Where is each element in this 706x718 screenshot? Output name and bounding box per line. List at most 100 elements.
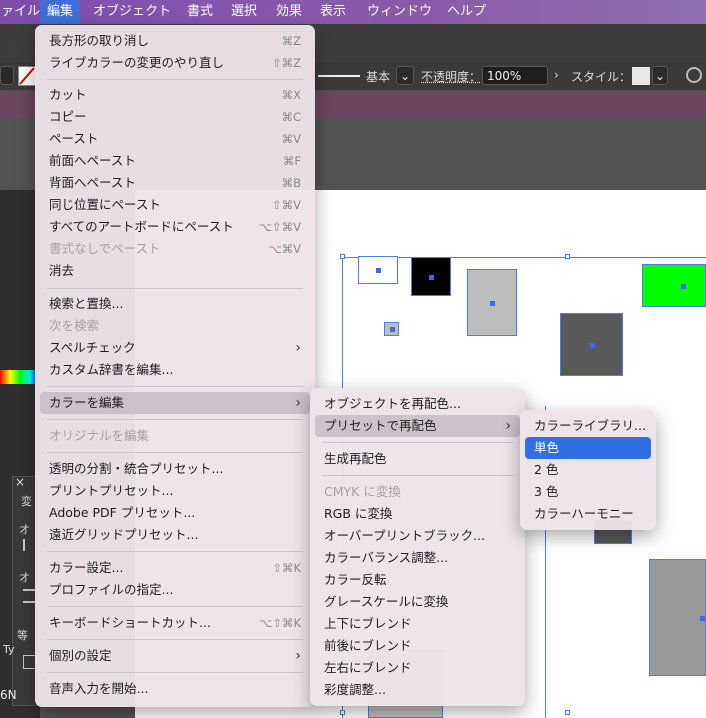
menu-item-edit-colors[interactable]: カラーを編集 › [40, 392, 310, 414]
menu-window[interactable]: ウィンドウ [360, 0, 439, 24]
menu-item-color-settings[interactable]: カラー設定... ⇧⌘K [35, 557, 315, 579]
menu-separator [47, 551, 303, 552]
edit-colors-submenu: オブジェクトを再配色... プリセットで再配色 › 生成再配色 CMYK に変換 … [310, 388, 525, 706]
menu-item-redo[interactable]: ライブカラーの変更のやり直し ⇧⌘Z [35, 52, 315, 74]
menu-item-perspective-grid-presets[interactable]: 遠近グリッドプリセット... [35, 524, 315, 546]
menu-bar: ァイル 編集 オブジェクト 書式 選択 効果 表示 ウィンドウ ヘルプ [0, 0, 706, 24]
menu-item-convert-grayscale[interactable]: グレースケールに変換 [310, 591, 525, 613]
menu-item-paste-front[interactable]: 前面へペースト ⌘F [35, 150, 315, 172]
menu-separator [47, 606, 303, 607]
large-gray-rectangle[interactable] [649, 559, 706, 676]
chevron-right-icon: › [295, 340, 301, 356]
distribute-icon[interactable] [23, 589, 35, 603]
menu-item-start-dictation[interactable]: 音声入力を開始... [35, 678, 315, 700]
small-gray-square[interactable] [384, 322, 399, 336]
menu-separator [47, 639, 303, 640]
menu-item-three-colors[interactable]: 3 色 [520, 481, 656, 503]
style-label: スタイル： [571, 70, 632, 84]
menu-item-paste-back[interactable]: 背面へペースト ⌘B [35, 172, 315, 194]
dropdown-stub[interactable] [0, 66, 14, 85]
panel-label-o2: オ [19, 571, 30, 584]
menu-separator [47, 79, 303, 80]
menu-separator [47, 452, 303, 453]
menu-item-clear[interactable]: 消去 [35, 260, 315, 282]
menu-separator [47, 386, 303, 387]
menu-item-color-harmony[interactable]: カラーハーモニー [520, 503, 656, 525]
menu-help[interactable]: ヘルプ [440, 0, 493, 24]
menu-separator [47, 419, 303, 420]
gray-rectangle[interactable] [467, 269, 517, 336]
menu-item-blend-front-to-back[interactable]: 前後にブレンド [310, 635, 525, 657]
opacity-input[interactable]: 100% [482, 66, 548, 85]
panel-close-icon[interactable]: × [15, 475, 25, 489]
menu-item-edit-original: オリジナルを編集 [49, 428, 150, 443]
menu-item-one-color[interactable]: 単色 [525, 437, 651, 459]
menu-item-pdf-presets[interactable]: Adobe PDF プリセット... [35, 502, 315, 524]
menu-item-paste-in-place[interactable]: 同じ位置にペースト ⇧⌘V [35, 194, 315, 216]
menu-item-recolor-with-preset[interactable]: プリセットで再配色 › [315, 415, 520, 437]
edit-menu: 長方形の取り消し ⌘Z ライブカラーの変更のやり直し ⇧⌘Z カット ⌘X コピー ⌘C… [35, 25, 315, 707]
color-spectrum-bar[interactable] [0, 370, 40, 384]
chevron-right-icon: › [295, 648, 301, 664]
panel-label-ty: Ty [3, 643, 15, 656]
menu-edit[interactable]: 編集 [40, 0, 81, 24]
stroke-profile-dropdown[interactable]: ⌄ [396, 66, 414, 85]
recolor-preset-submenu: カラーライブラリ... 単色 2 色 3 色 カラーハーモニー [520, 410, 656, 530]
black-rectangle[interactable] [411, 257, 451, 296]
menu-item-blend-vertically[interactable]: 上下にブレンド [310, 613, 525, 635]
menu-item-overprint-black[interactable]: オーバープリントブラック... [310, 525, 525, 547]
stroke-none-icon[interactable] [18, 66, 36, 86]
menu-item-invert-colors[interactable]: カラー反転 [310, 569, 525, 591]
opacity-arrow-icon[interactable]: › [554, 68, 559, 82]
menu-view[interactable]: 表示 [313, 0, 353, 24]
menu-separator [322, 475, 513, 476]
menu-item-saturate[interactable]: 彩度調整... [310, 679, 525, 701]
menu-item-find-replace[interactable]: 検索と置換... [35, 293, 315, 315]
style-swatch[interactable] [632, 67, 650, 85]
menu-item-keyboard-shortcuts[interactable]: キーボードショートカット... ⌥⇧⌘K [35, 612, 315, 634]
opacity-label: 不透明度： [421, 70, 482, 84]
menu-item-spellcheck[interactable]: スペルチェック › [35, 337, 315, 359]
menu-item-generative-recolor[interactable]: 生成再配色 [310, 448, 525, 470]
menu-separator [47, 672, 303, 673]
menu-item-paste[interactable]: ペースト ⌘V [35, 128, 315, 150]
panel-tab-label[interactable]: 変 [21, 493, 32, 509]
left-panels: × 変 オ オ 等 Ty 6N [0, 190, 40, 718]
menu-type[interactable]: 書式 [180, 0, 220, 24]
menu-item-convert-cmyk: CMYK に変換 [324, 484, 401, 499]
menu-item-undo[interactable]: 長方形の取り消し ⌘Z [35, 30, 315, 52]
dark-gray-square[interactable] [560, 313, 623, 376]
menu-item-assign-profile[interactable]: プロファイルの指定... [35, 579, 315, 601]
stroke-profile-label: 基本 [366, 70, 391, 84]
menu-item-adjust-color-balance[interactable]: カラーバランス調整... [310, 547, 525, 569]
menu-item-paste-no-format: 書式なしでペースト ⌥⌘V [49, 241, 301, 256]
selection-handle-bc[interactable] [565, 710, 570, 715]
menu-item-recolor-artwork[interactable]: オブジェクトを再配色... [310, 393, 525, 415]
menu-item-color-library[interactable]: カラーライブラリ... [520, 415, 656, 437]
menu-item-blend-horizontally[interactable]: 左右にブレンド [310, 657, 525, 679]
green-rectangle[interactable] [642, 264, 706, 307]
menu-item-copy[interactable]: コピー ⌘C [35, 106, 315, 128]
menu-item-two-colors[interactable]: 2 色 [520, 459, 656, 481]
menu-object[interactable]: オブジェクト [86, 0, 178, 24]
panel-label-equal: 等 [17, 629, 28, 642]
stroke-line-preview [318, 75, 360, 77]
selection-handle-tc[interactable] [565, 254, 570, 259]
menu-item-flattener-presets[interactable]: 透明の分割・統合プリセット... [35, 458, 315, 480]
menu-item-convert-rgb[interactable]: RGB に変換 [310, 503, 525, 525]
menu-effect[interactable]: 効果 [269, 0, 309, 24]
menu-item-preferences[interactable]: 個別の設定 › [35, 645, 315, 667]
panel-label-o1: オ [19, 523, 30, 536]
chevron-right-icon: › [505, 418, 511, 434]
style-dropdown[interactable]: ⌄ [652, 66, 668, 85]
recolor-globe-icon[interactable] [686, 67, 702, 83]
menu-item-print-presets[interactable]: プリントプリセット... [35, 480, 315, 502]
white-rectangle[interactable] [358, 256, 398, 284]
menu-select[interactable]: 選択 [224, 0, 264, 24]
selection-handle-tl[interactable] [340, 254, 345, 259]
menu-item-paste-all-artboards[interactable]: すべてのアートボードにペースト ⌥⇧⌘V [35, 216, 315, 238]
menu-separator [322, 442, 513, 443]
menu-item-custom-dictionary[interactable]: カスタム辞書を編集... [35, 359, 315, 381]
selection-handle-bl[interactable] [340, 710, 345, 715]
menu-item-cut[interactable]: カット ⌘X [35, 84, 315, 106]
